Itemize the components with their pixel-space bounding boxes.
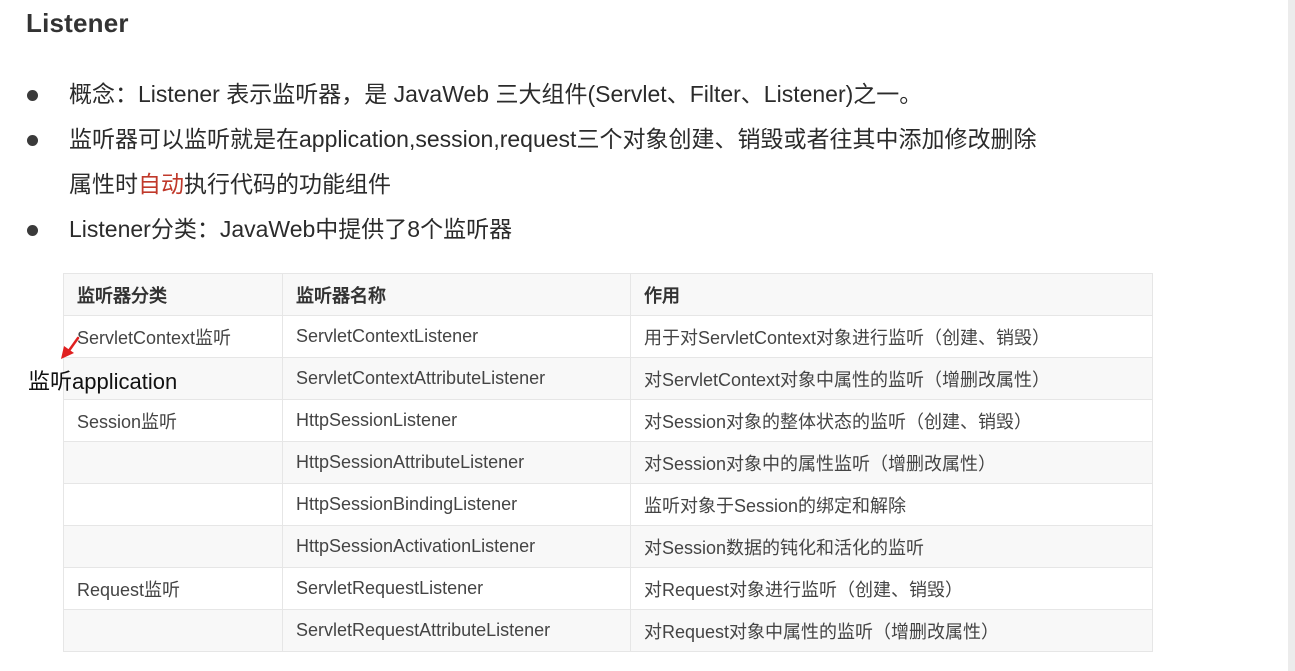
bullet-list: 概念：Listener 表示监听器，是 JavaWeb 三大组件(Servlet… [26,72,1166,252]
bullet-classification-text: Listener分类：JavaWeb中提供了8个监听器 [69,216,513,242]
highlight-text: 自动 [138,171,184,197]
bullet-description-line2-end: 执行代码的功能组件 [184,171,391,197]
table-row: HttpSessionActivationListener 对Session数据… [63,525,1153,568]
bullet-dot [27,135,38,146]
bullet-description-line2-start: 属性时 [69,171,138,197]
header-category: 监听器分类 [63,273,283,316]
table-row: ServletContext监听 ServletContextListener … [63,315,1153,358]
cell-listener-name: ServletContextListener [282,315,631,358]
cell-listener-name: HttpSessionAttributeListener [282,441,631,484]
bullet-dot [27,225,38,236]
table-row: ServletRequestAttributeListener 对Request… [63,609,1153,652]
table-row: Request监听 ServletRequestListener 对Reques… [63,567,1153,610]
bullet-classification: Listener分类：JavaWeb中提供了8个监听器 [26,207,1166,252]
cell-listener-name: ServletRequestListener [282,567,631,610]
cell-listener-name: HttpSessionBindingListener [282,483,631,526]
cell-purpose: 对Session对象中的属性监听（增删改属性） [630,441,1153,484]
bullet-concept: 概念：Listener 表示监听器，是 JavaWeb 三大组件(Servlet… [26,72,1166,117]
cell-category: Session监听 [63,399,283,442]
cell-purpose: 对Request对象中属性的监听（增删改属性） [630,609,1153,652]
annotation-arrow-icon [61,336,80,359]
cell-category: Request监听 [63,567,283,610]
cell-purpose: 对Session对象的整体状态的监听（创建、销毁） [630,399,1153,442]
cell-category [63,525,283,568]
annotation-note: 监听application [28,369,178,394]
cell-category [63,441,283,484]
table-row: ServletContextAttributeListener 对Servlet… [63,357,1153,400]
header-purpose: 作用 [630,273,1153,316]
bullet-dot [27,90,38,101]
page-edge-strip [1288,0,1295,671]
cell-category [63,609,283,652]
bullet-concept-text: 概念：Listener 表示监听器，是 JavaWeb 三大组件(Servlet… [69,81,923,107]
cell-category: ServletContext监听 [63,315,283,358]
cell-category [63,483,283,526]
cell-listener-name: ServletContextAttributeListener [282,357,631,400]
bullet-description: 监听器可以监听就是在application,session,request三个对… [26,117,1166,207]
cell-purpose: 用于对ServletContext对象进行监听（创建、销毁） [630,315,1153,358]
table-row: HttpSessionAttributeListener 对Session对象中… [63,441,1153,484]
section-title: Listener [26,8,129,38]
table-header-row: 监听器分类 监听器名称 作用 [63,273,1153,316]
listener-table: 监听器分类 监听器名称 作用 ServletContext监听 ServletC… [63,273,1153,652]
cell-listener-name: HttpSessionListener [282,399,631,442]
table-row: Session监听 HttpSessionListener 对Session对象… [63,399,1153,442]
cell-purpose: 监听对象于Session的绑定和解除 [630,483,1153,526]
cell-purpose: 对Session数据的钝化和活化的监听 [630,525,1153,568]
table-row: HttpSessionBindingListener 监听对象于Session的… [63,483,1153,526]
header-name: 监听器名称 [282,273,631,316]
cell-listener-name: ServletRequestAttributeListener [282,609,631,652]
cell-listener-name: HttpSessionActivationListener [282,525,631,568]
cell-purpose: 对Request对象进行监听（创建、销毁） [630,567,1153,610]
bullet-description-line1: 监听器可以监听就是在application,session,request三个对… [69,126,1037,152]
cell-purpose: 对ServletContext对象中属性的监听（增删改属性） [630,357,1153,400]
